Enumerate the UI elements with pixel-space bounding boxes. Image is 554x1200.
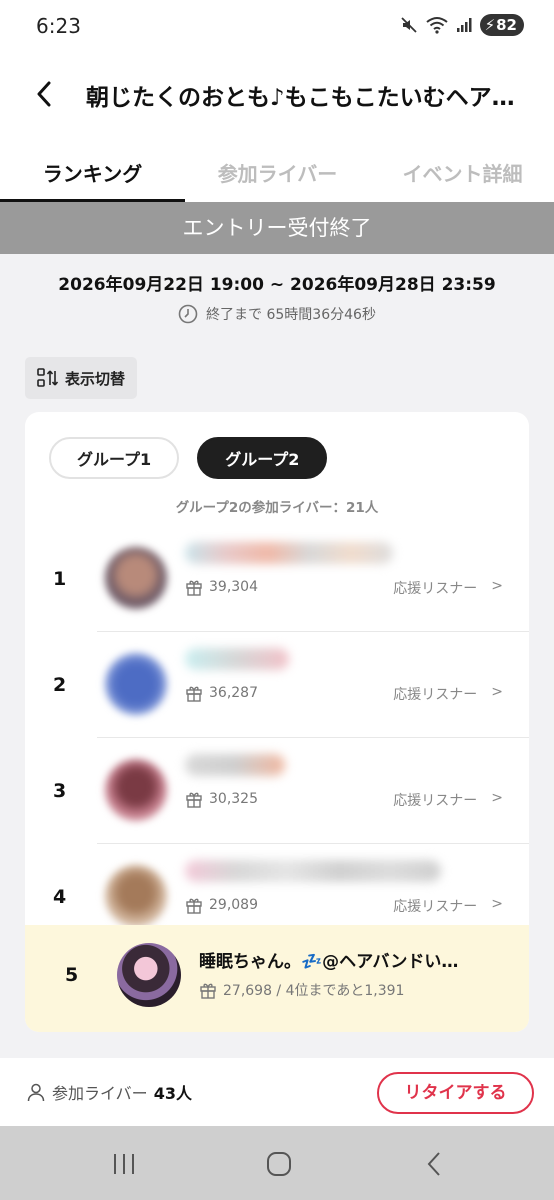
status-icons: ⚡ 82 bbox=[400, 14, 524, 36]
gift-icon bbox=[186, 792, 202, 808]
group-selector: グループ1 グループ2 bbox=[49, 437, 328, 479]
status-bar: 6:23 ⚡ 82 bbox=[0, 0, 554, 52]
retire-button[interactable]: リタイアする bbox=[377, 1072, 534, 1114]
rank-number: 3 bbox=[53, 780, 67, 802]
avatar bbox=[105, 653, 167, 715]
status-time: 6:23 bbox=[36, 14, 81, 38]
clock-icon bbox=[178, 304, 198, 324]
avatar bbox=[117, 943, 181, 1007]
ranking-row[interactable]: 3 30,325 応援リスナー > bbox=[25, 738, 529, 844]
blurred-name bbox=[185, 542, 393, 564]
chevron-right-icon: > bbox=[491, 896, 503, 912]
back-arrow-icon bbox=[37, 81, 51, 107]
tab-event-details[interactable]: イベント詳細 bbox=[370, 140, 554, 202]
battery-level: 82 bbox=[496, 16, 517, 34]
chevron-right-icon: > bbox=[491, 684, 503, 700]
gift-points: 39,304 bbox=[185, 578, 258, 596]
blurred-name bbox=[185, 648, 289, 670]
remaining-time: 終了まで 65時間36分46秒 bbox=[0, 304, 554, 324]
recent-apps-icon bbox=[114, 1154, 134, 1174]
signal-icon bbox=[456, 18, 472, 32]
view-toggle-label: 表示切替 bbox=[65, 369, 126, 388]
wifi-icon bbox=[425, 17, 448, 34]
mute-icon bbox=[400, 17, 417, 33]
avatar bbox=[105, 865, 167, 927]
my-ranking-row[interactable]: 5 睡眠ちゃん。💤@ヘアバンドい… 27,698 / 4位まであと1,391 bbox=[25, 925, 529, 1032]
support-listeners-link[interactable]: 応援リスナー > bbox=[393, 578, 503, 598]
support-listeners-label: 応援リスナー bbox=[393, 899, 478, 915]
gift-icon bbox=[186, 898, 202, 914]
points-value: 27,698 / 4位まであと1,391 bbox=[223, 983, 405, 999]
support-listeners-label: 応援リスナー bbox=[393, 687, 478, 703]
view-toggle-button[interactable]: 表示切替 bbox=[25, 357, 138, 399]
home-button[interactable] bbox=[259, 1148, 299, 1180]
group-2-button[interactable]: グループ2 bbox=[197, 437, 328, 479]
system-back-button[interactable] bbox=[414, 1148, 454, 1180]
points-value: 30,325 bbox=[209, 791, 258, 807]
support-listeners-link[interactable]: 応援リスナー > bbox=[393, 790, 503, 810]
person-icon bbox=[27, 1083, 45, 1102]
footer-bar: 参加ライバー 43人 リタイアする bbox=[0, 1058, 554, 1126]
support-listeners-label: 応援リスナー bbox=[393, 793, 478, 809]
rank-number: 5 bbox=[65, 964, 79, 986]
chevron-right-icon: > bbox=[491, 578, 503, 594]
blurred-name bbox=[185, 860, 441, 882]
ranking-row[interactable]: 2 36,287 応援リスナー > bbox=[25, 632, 529, 738]
battery-indicator: ⚡ 82 bbox=[479, 14, 524, 36]
gift-icon bbox=[200, 983, 216, 999]
toggle-view-icon bbox=[37, 368, 59, 387]
entry-closed-banner: エントリー受付終了 bbox=[0, 202, 554, 254]
tab-bar: ランキング 参加ライバー イベント詳細 bbox=[0, 140, 554, 202]
points-value: 36,287 bbox=[209, 685, 258, 701]
back-button[interactable] bbox=[26, 74, 62, 114]
points-value: 29,089 bbox=[209, 897, 258, 913]
gift-points: 27,698 / 4位まであと1,391 bbox=[199, 980, 404, 1000]
ranking-content: 2026年09月22日 19:00 ~ 2026年09月28日 23:59 終了… bbox=[0, 254, 554, 1058]
back-icon bbox=[427, 1152, 440, 1176]
gift-icon bbox=[186, 580, 202, 596]
avatar bbox=[105, 547, 167, 609]
support-listeners-label: 応援リスナー bbox=[393, 581, 478, 597]
remaining-text: 終了まで 65時間36分46秒 bbox=[206, 307, 376, 323]
page-title: 朝じたくのおとも♪もこもこたいむヘア… bbox=[86, 85, 515, 111]
streamer-name: 睡眠ちゃん。💤@ヘアバンドい… bbox=[199, 952, 459, 972]
group-participant-count: グループ2の参加ライバー：21人 bbox=[175, 500, 379, 516]
home-icon bbox=[267, 1152, 291, 1176]
gift-points: 29,089 bbox=[185, 896, 258, 914]
group-1-button[interactable]: グループ1 bbox=[49, 437, 180, 479]
gift-points: 30,325 bbox=[185, 790, 258, 808]
recent-apps-button[interactable] bbox=[104, 1148, 144, 1180]
ranking-row[interactable]: 1 39,304 応援リスナー > bbox=[25, 526, 529, 632]
participant-total[interactable]: 参加ライバー 43人 bbox=[26, 1080, 192, 1104]
tab-participants[interactable]: 参加ライバー bbox=[185, 140, 370, 202]
rank-number: 2 bbox=[53, 674, 67, 696]
system-navigation-bar bbox=[0, 1126, 554, 1200]
chevron-right-icon: > bbox=[491, 790, 503, 806]
avatar bbox=[105, 759, 167, 821]
support-listeners-link[interactable]: 応援リスナー > bbox=[393, 896, 503, 916]
gift-icon bbox=[186, 686, 202, 702]
tab-ranking[interactable]: ランキング bbox=[0, 140, 185, 202]
support-listeners-link[interactable]: 応援リスナー > bbox=[393, 684, 503, 704]
gift-points: 36,287 bbox=[185, 684, 258, 702]
charging-icon: ⚡ bbox=[484, 16, 496, 34]
ranking-card: グループ1 グループ2 グループ2の参加ライバー：21人 1 39,304 応援… bbox=[25, 412, 529, 1032]
participant-label: 参加ライバー bbox=[52, 1084, 148, 1103]
blurred-name bbox=[185, 754, 285, 776]
rank-number: 1 bbox=[53, 568, 67, 590]
header: 朝じたくのおとも♪もこもこたいむヘア… bbox=[0, 64, 554, 124]
participant-count: 43人 bbox=[153, 1084, 192, 1103]
event-period: 2026年09月22日 19:00 ~ 2026年09月28日 23:59 bbox=[58, 275, 496, 295]
points-value: 39,304 bbox=[209, 579, 258, 595]
